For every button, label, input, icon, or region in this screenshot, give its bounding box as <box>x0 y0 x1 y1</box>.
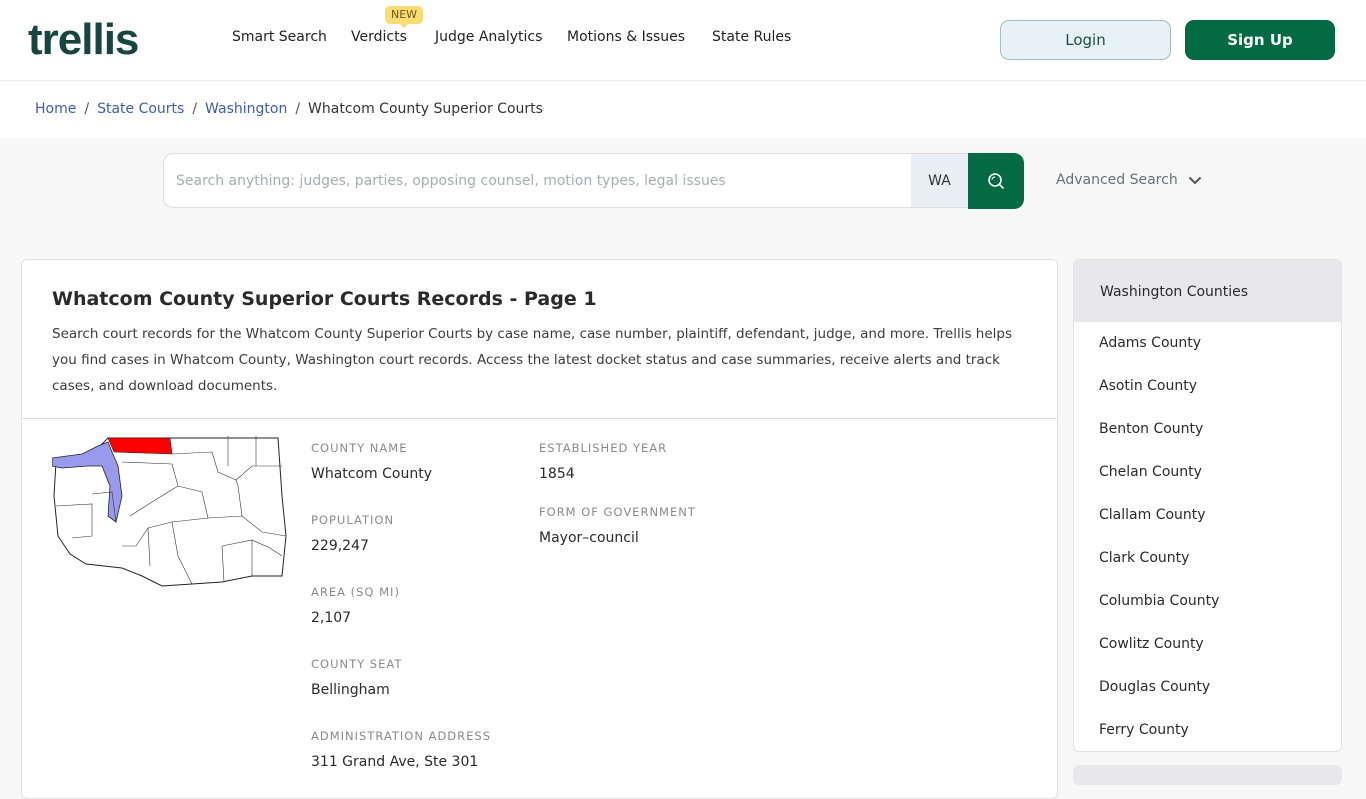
top-navbar: trellis NEW Smart Search Verdicts Judge … <box>0 0 1366 81</box>
advanced-search-toggle[interactable]: Advanced Search <box>1056 172 1202 188</box>
sidebar-item-columbia-county[interactable]: Columbia County <box>1074 580 1341 623</box>
fact-value: 1854 <box>539 466 575 482</box>
sidebar-title: Washington Counties <box>1074 260 1341 322</box>
nav-judge-analytics[interactable]: Judge Analytics <box>435 29 542 45</box>
fact-admin-address: Administration Address 311 Grand Ave, St… <box>311 729 491 770</box>
sidebar-item-douglas-county[interactable]: Douglas County <box>1074 666 1341 709</box>
fact-label: County Name <box>311 441 408 455</box>
signup-button[interactable]: Sign Up <box>1185 20 1335 60</box>
search-icon <box>988 173 1004 189</box>
fact-value: 229,247 <box>311 538 369 554</box>
fact-value: Whatcom County <box>311 466 432 482</box>
fact-label: Area (sq mi) <box>311 585 400 599</box>
page-description: Search court records for the Whatcom Cou… <box>52 326 1012 394</box>
fact-label: Administration Address <box>311 729 492 743</box>
fact-label: Established Year <box>539 441 668 455</box>
nav-motions-issues[interactable]: Motions & Issues <box>567 29 685 45</box>
counties-sidebar: Washington Counties Adams County Asotin … <box>1073 259 1342 752</box>
breadcrumb-separator: / <box>84 101 90 117</box>
login-button[interactable]: Login <box>1000 20 1171 60</box>
fact-county-name: County Name Whatcom County <box>311 441 432 482</box>
fact-value: Bellingham <box>311 682 390 698</box>
fact-value: 2,107 <box>311 610 352 626</box>
sidebar-item-cowlitz-county[interactable]: Cowlitz County <box>1074 623 1341 666</box>
breadcrumb: Home / State Courts / Washington / Whatcom Cou… <box>35 101 543 117</box>
sidebar-item-ferry-county[interactable]: Ferry County <box>1074 709 1341 751</box>
county-locator-map <box>52 436 287 587</box>
search-bar: WA <box>163 153 1024 209</box>
breadcrumb-bar: Home / State Courts / Washington / Whatcom Cou… <box>0 82 1366 138</box>
breadcrumb-washington[interactable]: Washington <box>205 101 287 117</box>
page-title: Whatcom County Superior Courts Records -… <box>52 288 597 310</box>
fact-area: Area (sq mi) 2,107 <box>311 585 400 626</box>
fact-value: Mayor–council <box>539 530 639 546</box>
search-button[interactable] <box>968 153 1024 209</box>
breadcrumb-separator: / <box>192 101 198 117</box>
fact-form-of-government: Form of Government Mayor–council <box>539 505 696 546</box>
nav-smart-search[interactable]: Smart Search <box>232 29 327 45</box>
secondary-sidebar-card <box>1073 765 1342 785</box>
breadcrumb-current: Whatcom County Superior Courts <box>308 101 543 117</box>
sidebar-item-clallam-county[interactable]: Clallam County <box>1074 494 1341 537</box>
new-badge: NEW <box>385 6 424 28</box>
fact-label: Population <box>311 513 395 527</box>
sidebar-item-asotin-county[interactable]: Asotin County <box>1074 365 1341 408</box>
search-input[interactable] <box>163 153 912 208</box>
fact-established-year: Established Year 1854 <box>539 441 667 482</box>
state-selector[interactable]: WA <box>911 153 968 208</box>
sidebar-item-benton-county[interactable]: Benton County <box>1074 408 1341 451</box>
fact-population: Population 229,247 <box>311 513 394 554</box>
sidebar-item-chelan-county[interactable]: Chelan County <box>1074 451 1341 494</box>
trellis-logo[interactable]: trellis <box>28 16 139 64</box>
sidebar-item-clark-county[interactable]: Clark County <box>1074 537 1341 580</box>
breadcrumb-home[interactable]: Home <box>35 101 76 117</box>
whatcom-county-highlight <box>107 437 173 455</box>
fact-county-seat: County Seat Bellingham <box>311 657 402 698</box>
nav-state-rules[interactable]: State Rules <box>712 29 791 45</box>
breadcrumb-state-courts[interactable]: State Courts <box>97 101 184 117</box>
divider <box>22 418 1057 419</box>
fact-label: County Seat <box>311 657 403 671</box>
chevron-down-icon <box>1188 176 1201 184</box>
breadcrumb-separator: / <box>295 101 301 117</box>
advanced-search-label: Advanced Search <box>1056 172 1178 188</box>
fact-label: Form of Government <box>539 505 696 519</box>
sidebar-item-adams-county[interactable]: Adams County <box>1074 322 1341 365</box>
nav-verdicts[interactable]: Verdicts <box>351 29 407 45</box>
court-info-card: Whatcom County Superior Courts Records -… <box>21 259 1058 799</box>
